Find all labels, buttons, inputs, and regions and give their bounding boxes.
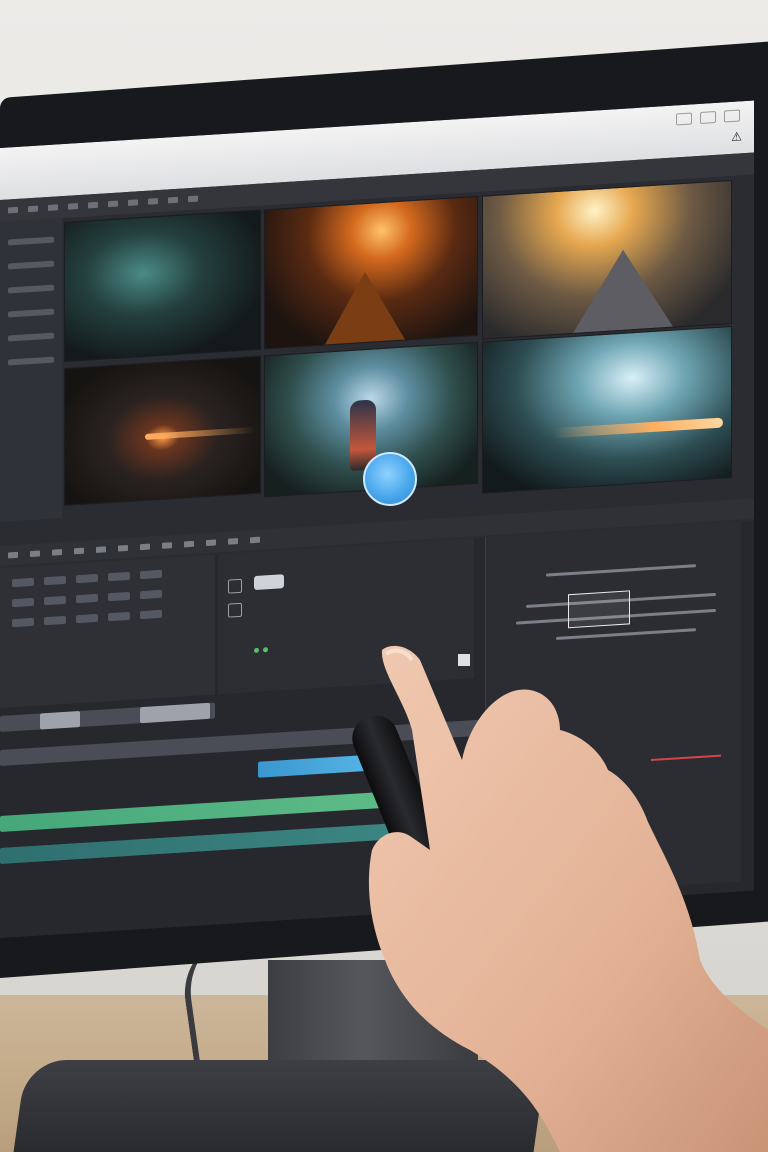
hand-shape bbox=[368, 645, 768, 1152]
hand bbox=[368, 645, 768, 1152]
